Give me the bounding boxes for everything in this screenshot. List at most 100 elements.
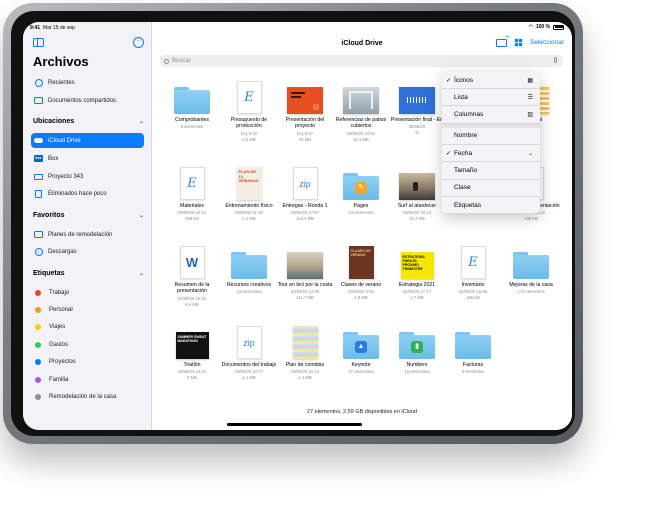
sidebar-tag-item[interactable]: Viajes	[31, 320, 144, 335]
search-input[interactable]: Buscar	[160, 55, 563, 67]
status-indicators: ◠ 100 %	[528, 24, 564, 30]
select-button[interactable]: Seleccionar	[530, 39, 564, 46]
view-menu-item[interactable]: ✓ Íconos ▦	[442, 72, 540, 89]
file-item[interactable]: Surf al atardecer 05/09/20 20:24 15.4 MB	[388, 164, 446, 221]
sidebar-item-recientes[interactable]: Recientes	[31, 75, 144, 90]
file-item[interactable]: E Presupuesto de producción hoy 9:32 3.5 MB	[220, 78, 278, 142]
sidebar-item-documentos-compartidos[interactable]: Documentos compartidos	[31, 93, 144, 108]
file-meta: 211.7 MB	[296, 295, 314, 301]
file-meta: 28/08/20 10:27	[235, 369, 263, 375]
sidebar-item-box[interactable]: box Box	[31, 151, 144, 166]
file-item[interactable]: zip Documentos del trabajo 28/08/20 10:27 1…	[220, 323, 278, 380]
sidebar-item-planes-remodelacion[interactable]: Planes de remodelación	[31, 227, 144, 242]
file-item[interactable]: Referencias de patios cubiertos 08/09/20 …	[332, 78, 390, 142]
view-menu-item[interactable]: ✓ Fecha ⌄	[442, 145, 540, 163]
view-menu-item[interactable]: Nombre	[442, 128, 540, 145]
file-thumbnail: ESTRATEGIA PARA EL PRÓXIMO TRIMESTRE	[388, 243, 446, 279]
sidebar-tag-item[interactable]: Trabajo	[31, 285, 144, 300]
file-item[interactable]: ✎ Pages 24 elementos	[332, 164, 390, 215]
home-indicator[interactable]	[227, 423, 362, 426]
file-meta: 03/09/20 0:08	[348, 289, 374, 295]
tags-header[interactable]: Etiquetas ⌄	[33, 270, 144, 277]
pages-document-icon: E	[460, 246, 486, 279]
file-thumbnail: ▮	[388, 323, 446, 359]
status-time: 9:41	[30, 25, 41, 31]
icloud-icon	[34, 136, 43, 145]
file-name: Clases de verano	[340, 282, 382, 288]
sidebar-item-icloud-drive[interactable]: iCloud Drive	[31, 133, 144, 148]
view-menu-item[interactable]: Etiquetas	[442, 197, 540, 214]
chevron-down-icon: ⌄	[527, 150, 533, 157]
file-item[interactable]: Facturas 6 elementos	[444, 323, 502, 374]
file-item[interactable]: Recursos creativos 23 elementos	[220, 243, 278, 294]
file-name: Documentos del trabajo	[221, 362, 277, 368]
meal-plan-thumbnail-icon	[292, 326, 318, 359]
sidebar-tag-item[interactable]: Gastos	[31, 337, 144, 352]
file-item[interactable]: Plan de comidas 28/08/20 10:12 1.4 MB	[276, 323, 334, 380]
sidebar-item-label: Personal	[49, 306, 73, 313]
file-item[interactable]: ESTRATEGIA PARA EL PRÓXIMO TRIMESTRE Estr…	[388, 243, 446, 300]
triatlon-cover-icon: SUMMER SWEAT MARATHON	[175, 332, 209, 359]
view-menu-item-label: Fecha	[454, 149, 473, 157]
file-item[interactable]: Mejoras de la casa 273 elementos	[502, 243, 560, 294]
file-item[interactable]: ▲ Keynote 37 elementos	[332, 323, 390, 374]
sidebar-tag-item[interactable]: Remodelación de la casa	[31, 389, 144, 404]
file-meta: 31/08/20 17:17	[403, 289, 431, 295]
file-name: Plan de comidas	[285, 362, 325, 368]
file-item[interactable]: E Inventario 31/08/20 16:58 166 KB	[444, 243, 502, 300]
file-name: Resumen de la presentación	[174, 282, 210, 295]
sidebar-item-proyecto-343[interactable]: Proyecto 343	[31, 169, 144, 184]
new-folder-icon[interactable]	[496, 35, 509, 47]
file-item[interactable]: PLAN DE 12 SEMANAS Entrenamiento físico 09…	[220, 164, 278, 221]
file-item[interactable]: ▮ Numbers 16 elementos	[388, 323, 446, 374]
file-meta: 8 elementos	[180, 124, 204, 130]
file-name: Materiales	[180, 203, 204, 209]
sidebar-tag-item[interactable]: Personal	[31, 302, 144, 317]
file-item[interactable]: CLASES DE VERANO Clases de verano 03/09/20…	[332, 243, 390, 300]
bike-photo-icon	[287, 252, 323, 279]
sidebar-tag-item[interactable]: Proyectos	[31, 355, 144, 370]
file-item[interactable]: Tour en bici por la costa 03/09/20 12:09 2…	[276, 243, 334, 300]
view-menu-item-label: Etiquetas	[454, 201, 482, 209]
file-item[interactable]: zip Entregas - Ronda 1 09/09/20 17:57 154.3…	[276, 164, 334, 221]
file-thumbnail	[276, 78, 334, 114]
file-item[interactable]: Presentación del proyecto hoy 8:57 25 MB	[276, 78, 334, 142]
file-thumbnail	[388, 164, 446, 200]
file-thumbnail: W	[163, 243, 221, 279]
file-item[interactable]: E Materiales 09/09/20 22:44 296 KB	[163, 164, 221, 221]
more-options-icon[interactable]: ···	[133, 37, 144, 48]
file-thumbnail	[444, 323, 502, 359]
file-item[interactable]: SUMMER SWEAT MARATHON Triatlón 28/08/20 19…	[163, 323, 221, 380]
microphone-icon[interactable]	[554, 57, 557, 63]
file-name: Mejoras de la casa	[509, 282, 553, 288]
file-meta: 1.4 MB	[298, 375, 312, 381]
view-menu-item-label: Nombre	[454, 132, 478, 140]
file-meta: 166 KB	[466, 295, 480, 301]
file-item[interactable]: Presentación final - En 08/09/20 11	[388, 78, 446, 135]
sidebar-item-descargas[interactable]: ↓ Descargas	[31, 244, 144, 259]
view-menu-item[interactable]: Clase	[442, 180, 540, 197]
file-meta: 6.9 MB	[185, 301, 199, 307]
file-item[interactable]: Comprobantes 8 elementos	[163, 78, 221, 129]
presentation-thumbnail-icon	[287, 87, 323, 114]
file-meta: 296 KB	[185, 216, 199, 222]
tag-color-dot-icon	[35, 306, 41, 313]
favorites-header[interactable]: Favoritos ⌄	[33, 212, 144, 219]
view-menu-item[interactable]: Lista ☰	[442, 89, 540, 107]
file-item[interactable]: W Resumen de la presentación 03/09/20 16:3…	[163, 243, 221, 307]
sidebar-toggle-icon[interactable]	[33, 38, 44, 47]
view-options-icon[interactable]	[514, 38, 524, 47]
view-menu-item[interactable]: Tamaño	[442, 163, 540, 180]
keynote-app-icon: ▲	[355, 341, 367, 353]
wifi-icon: ◠	[528, 24, 533, 30]
file-thumbnail: PLAN DE 12 SEMANAS	[220, 164, 278, 200]
file-meta: 16 elementos	[404, 369, 430, 375]
pages-document-icon: E	[179, 167, 205, 200]
view-menu-item[interactable]: Columnas ▥	[442, 107, 540, 124]
locations-header[interactable]: Ubicaciones ⌄	[33, 118, 144, 125]
numbers-app-icon: ▮	[411, 341, 423, 353]
sidebar-tag-item[interactable]: Familia	[31, 372, 144, 387]
file-meta: 23 elementos	[236, 289, 262, 295]
sidebar-item-eliminados[interactable]: Eliminados hace poco	[31, 186, 144, 201]
keynote-thumbnail-icon	[399, 87, 435, 114]
